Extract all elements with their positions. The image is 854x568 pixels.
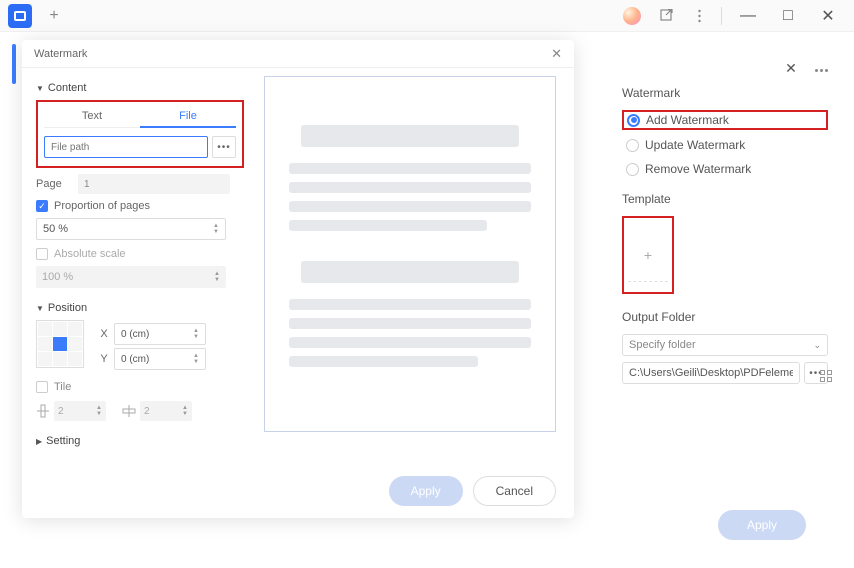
radio-label: Add Watermark [646, 113, 729, 127]
radio-remove-watermark[interactable]: Remove Watermark [622, 160, 828, 178]
y-label: Y [98, 353, 110, 365]
modal-footer: Apply Cancel [22, 466, 574, 516]
input-value: 2 [58, 406, 64, 417]
content-tabs: Text File [44, 106, 236, 128]
setting-section-header[interactable]: ▶ Setting [36, 435, 244, 447]
modal-close-button[interactable]: ✕ [551, 46, 562, 62]
x-input[interactable]: 0 (cm) ▲▼ [114, 323, 206, 345]
plus-icon: + [644, 247, 652, 263]
output-folder-select[interactable]: Specify folder ⌄ [622, 334, 828, 356]
spinner-icon: ▲▼ [96, 405, 102, 417]
modal-preview-column [244, 76, 560, 458]
share-icon[interactable] [653, 2, 681, 30]
radio-icon [627, 114, 640, 127]
maximize-button[interactable]: □ [770, 2, 806, 30]
watermark-action-radios: Add Watermark Update Watermark Remove Wa… [622, 110, 828, 178]
tile-h-input: 2 ▲▼ [140, 401, 192, 421]
modal-settings-column: ▼ Content Text File ••• Page Proport [36, 76, 244, 458]
proportion-label: Proportion of pages [54, 200, 150, 212]
preview-page [264, 76, 556, 432]
template-label: Template [622, 192, 828, 206]
watermark-modal: Watermark ✕ ▼ Content Text File ••• Page [22, 40, 574, 518]
apply-main-button[interactable]: Apply [718, 510, 806, 540]
spinner-icon: ▲▼ [214, 271, 220, 283]
tile-v-input: 2 ▲▼ [54, 401, 106, 421]
chevron-down-icon: ▼ [36, 84, 44, 93]
content-highlight: Text File ••• [36, 100, 244, 168]
section-label: Position [48, 302, 87, 314]
modal-title: Watermark [34, 48, 87, 60]
side-panel-title: Watermark [622, 86, 828, 100]
radio-label: Update Watermark [645, 138, 745, 152]
side-panel: ✕ Watermark Add Watermark Update Waterma… [610, 44, 840, 396]
spinner-icon: ▲▼ [182, 405, 188, 417]
page-label: Page [36, 178, 72, 190]
new-tab-button[interactable]: + [44, 6, 64, 26]
kebab-menu-icon[interactable] [685, 2, 713, 30]
app-logo [8, 4, 32, 28]
radio-update-watermark[interactable]: Update Watermark [622, 136, 828, 154]
proportion-select[interactable]: 50 % ▲▼ [36, 218, 226, 240]
tile-checkbox[interactable] [36, 381, 48, 393]
select-value: 100 % [42, 271, 73, 283]
side-panel-more-icon[interactable] [815, 60, 828, 80]
modal-header: Watermark ✕ [22, 40, 574, 68]
section-label: Setting [46, 435, 80, 447]
x-label: X [98, 328, 110, 340]
chevron-right-icon: ▶ [36, 437, 42, 446]
input-value: 2 [144, 406, 150, 417]
output-folder-label: Output Folder [622, 310, 828, 324]
proportion-checkbox[interactable] [36, 200, 48, 212]
add-template-button[interactable]: + [622, 216, 674, 294]
chevron-down-icon: ▼ [36, 304, 44, 313]
template-decoration [628, 281, 668, 282]
tile-vertical-icon [36, 404, 50, 418]
input-value: 0 (cm) [121, 329, 149, 340]
modal-apply-button[interactable]: Apply [389, 476, 463, 506]
ai-decoration-icon [623, 7, 641, 25]
tab-file[interactable]: File [140, 106, 236, 128]
chevron-down-icon: ⌄ [813, 340, 821, 351]
select-value: 50 % [43, 223, 68, 235]
modal-cancel-button[interactable]: Cancel [473, 476, 556, 506]
absolute-select: 100 % ▲▼ [36, 266, 226, 288]
spinner-icon: ▲▼ [193, 353, 199, 365]
radio-icon [626, 139, 639, 152]
window-close-button[interactable]: ✕ [810, 2, 846, 30]
input-value: 0 (cm) [121, 354, 149, 365]
file-path-input[interactable] [44, 136, 208, 158]
spinner-icon: ▲▼ [213, 223, 219, 235]
tile-label: Tile [54, 381, 71, 393]
radio-label: Remove Watermark [645, 162, 751, 176]
divider [721, 7, 722, 25]
radio-add-watermark[interactable]: Add Watermark [622, 110, 828, 130]
grid-view-icon[interactable] [820, 370, 832, 382]
position-grid[interactable] [36, 320, 84, 368]
output-path-field[interactable] [622, 362, 800, 384]
absolute-checkbox[interactable] [36, 248, 48, 260]
titlebar: + — □ ✕ [0, 0, 854, 32]
absolute-label: Absolute scale [54, 248, 126, 260]
active-left-tab-indicator [12, 44, 16, 84]
minimize-button[interactable]: — [730, 2, 766, 30]
tab-text[interactable]: Text [44, 106, 140, 127]
browse-file-button[interactable]: ••• [212, 136, 236, 158]
page-input [78, 174, 230, 194]
select-value: Specify folder [629, 339, 696, 351]
spinner-icon: ▲▼ [193, 328, 199, 340]
radio-icon [626, 163, 639, 176]
y-input[interactable]: 0 (cm) ▲▼ [114, 348, 206, 370]
side-panel-close-button[interactable]: ✕ [779, 56, 803, 80]
tile-horizontal-icon [122, 404, 136, 418]
position-section-header[interactable]: ▼ Position [36, 302, 244, 314]
section-label: Content [48, 82, 87, 94]
content-section-header[interactable]: ▼ Content [36, 82, 244, 94]
